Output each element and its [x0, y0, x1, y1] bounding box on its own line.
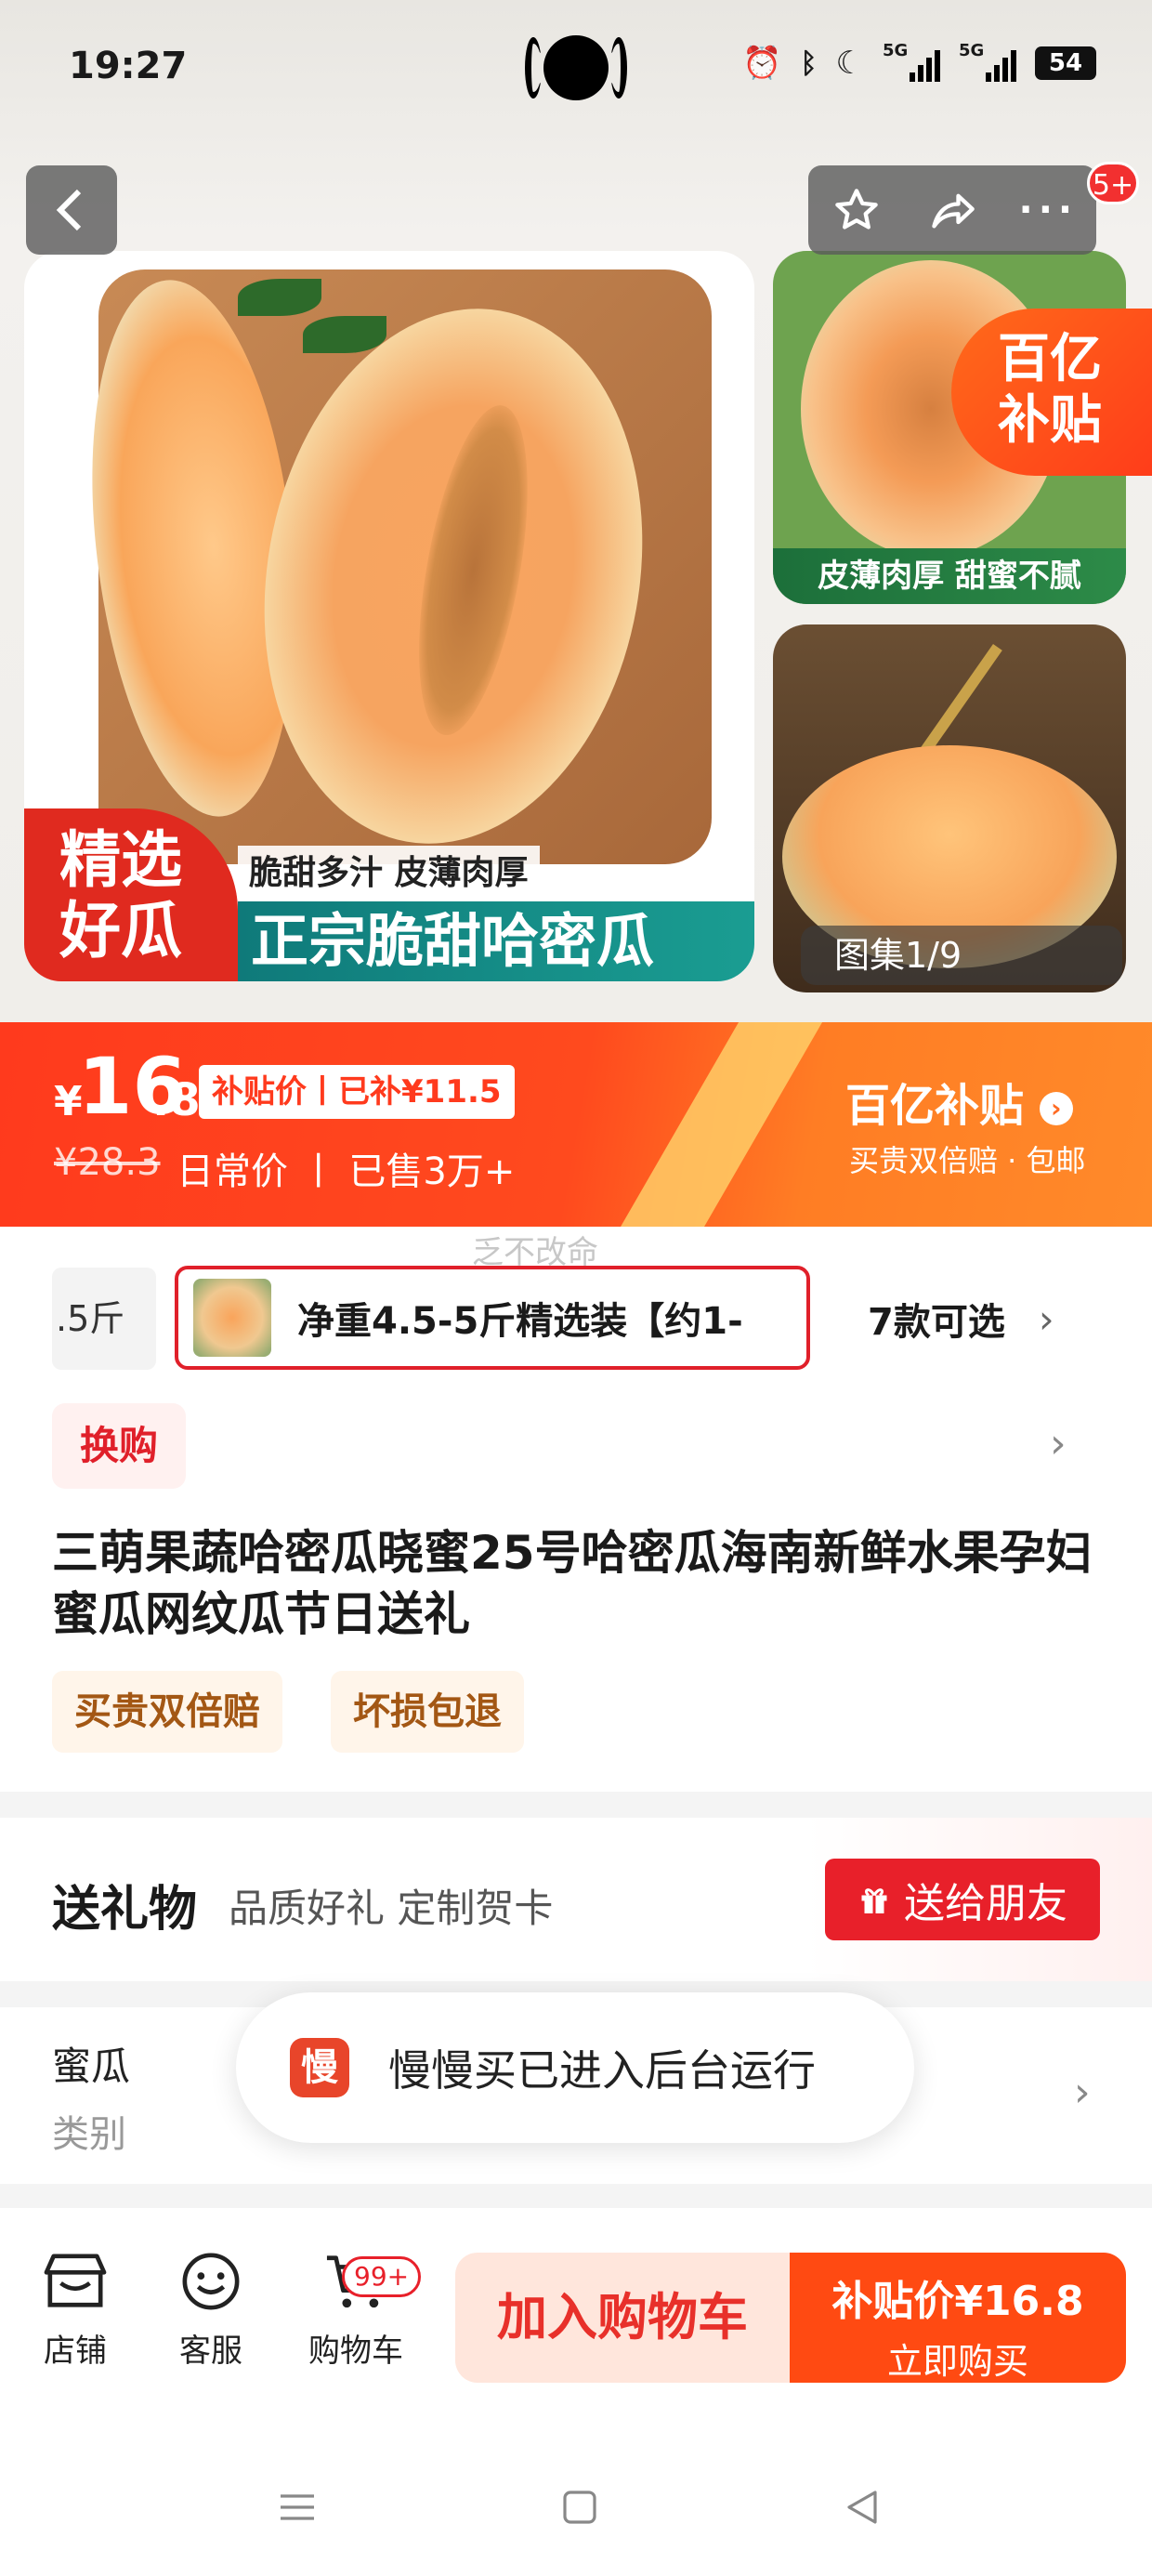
- app-icon: 慢: [290, 2038, 349, 2097]
- gift-icon: [861, 1888, 887, 1913]
- gift-title: 送礼物: [52, 1882, 198, 1938]
- back-button[interactable]: [26, 165, 117, 255]
- sku-option-prev[interactable]: .5斤: [52, 1268, 156, 1370]
- toast-text: 慢慢买已进入后台运行: [388, 2045, 816, 2096]
- sku-more-button[interactable]: 7款可选 ›: [832, 1268, 1152, 1370]
- spec-value: 蜜瓜: [52, 2044, 131, 2089]
- header-actions: ···: [808, 165, 1096, 255]
- guarantee-badge[interactable]: 买贵双倍赔: [52, 1671, 282, 1753]
- gift-section: 送礼物 品质好礼 定制贺卡 送给朋友: [0, 1818, 1152, 1981]
- exchange-tag[interactable]: 换购: [52, 1403, 186, 1489]
- signal-5g-icon: 5G: [959, 41, 1016, 82]
- side-image-caption: 皮薄肉厚 甜蜜不腻: [773, 548, 1126, 604]
- spec-label: 类别: [52, 2113, 126, 2156]
- more-button[interactable]: ···: [1011, 173, 1085, 247]
- leaf: [303, 316, 386, 353]
- add-to-cart-button[interactable]: 加入购物车: [455, 2253, 790, 2383]
- sku-option-selected[interactable]: 净重4.5-5斤精选装【约1-: [175, 1266, 810, 1370]
- home-icon[interactable]: [557, 2485, 602, 2530]
- system-nav-bar: [0, 2444, 1152, 2576]
- sku-selected-label: 净重4.5-5斤精选装【约1-: [297, 1300, 743, 1343]
- status-bar: 19:27 ⏰ ᛒ ☾ 5G 5G 54: [0, 0, 1152, 139]
- store-icon: [44, 2254, 107, 2307]
- buy-now-button[interactable]: 补贴价¥16.8 立即购买: [790, 2253, 1126, 2383]
- product-title: 三萌果蔬哈密瓜晓蜜25号哈密瓜海南新鲜水果孕妇蜜瓜网纹瓜节日送礼: [52, 1526, 1093, 1641]
- bluetooth-icon: ᛒ: [800, 46, 818, 80]
- cart-count-badge: 99+: [342, 2256, 422, 2297]
- divider: [0, 2184, 1152, 2208]
- back-nav-icon[interactable]: [840, 2485, 884, 2530]
- favorite-button[interactable]: [819, 173, 894, 247]
- price-info: 日常价 丨 已售3万+: [177, 1150, 516, 1193]
- price-decimal: .8: [152, 1074, 201, 1126]
- gallery-counter[interactable]: 图集1/9: [801, 926, 1122, 985]
- gift-subtitle: 品质好礼 定制贺卡: [229, 1886, 554, 1931]
- notification-badge: 5+: [1087, 162, 1139, 204]
- share-icon: [932, 193, 975, 229]
- customer-service-button[interactable]: 客服: [151, 2251, 271, 2371]
- background-toast: 慢 慢慢买已进入后台运行: [236, 1992, 914, 2143]
- battery-icon: 54: [1035, 46, 1096, 80]
- buy-price: 补贴价¥16.8: [831, 2278, 1084, 2325]
- original-price: ¥28.3: [54, 1141, 161, 1184]
- subsidy-program-link[interactable]: 百亿补贴 ›: [845, 1069, 1073, 1134]
- menu-icon[interactable]: [275, 2485, 320, 2530]
- store-button[interactable]: 店铺: [15, 2251, 136, 2371]
- sku-selector: .5斤 净重4.5-5斤精选装【约1- 7款可选 ›: [0, 1262, 1152, 1373]
- subsidy-badge: 百亿 补贴: [951, 309, 1152, 476]
- camera-cutout: [525, 33, 627, 104]
- sku-thumbnail: [193, 1279, 271, 1357]
- product-gallery[interactable]: 精选 好瓜 脆甜多汁 皮薄肉厚 正宗脆甜哈密瓜 皮薄肉厚 甜蜜不腻 百亿 补贴 …: [0, 0, 1152, 1022]
- price-banner[interactable]: ¥ 16 .8 补贴价丨已补¥11.5 ¥28.3 日常价 丨 已售3万+ 百亿…: [0, 1022, 1152, 1227]
- more-icon: ···: [1018, 189, 1079, 231]
- selected-melon-tag: 精选 好瓜: [24, 808, 238, 981]
- chevron-right-icon: ›: [1038, 1295, 1054, 1342]
- banner-decoration: [598, 1022, 823, 1227]
- leaf: [238, 279, 321, 316]
- share-button[interactable]: [915, 173, 989, 247]
- main-image-band: 正宗脆甜哈密瓜: [238, 901, 754, 981]
- signal-5g-icon: 5G: [883, 41, 940, 82]
- buy-now-label: 立即购买: [886, 2341, 1028, 2382]
- chevron-left-icon: [56, 189, 82, 231]
- bottom-action-bar: 店铺 客服 购物车 99+ 加入购物车 补贴价¥16.8 立即购买: [0, 2208, 1152, 2412]
- send-gift-button[interactable]: 送给朋友: [825, 1859, 1100, 1940]
- status-time: 19:27: [69, 45, 188, 87]
- chevron-right-icon[interactable]: ›: [1074, 2069, 1091, 2116]
- melon-seeds: [398, 397, 548, 743]
- subsidy-price-pill: 补贴价丨已补¥11.5: [199, 1065, 515, 1119]
- guarantee-badge[interactable]: 坏损包退: [331, 1671, 524, 1753]
- smile-icon: [182, 2253, 240, 2310]
- moon-icon: ☾: [835, 45, 864, 82]
- star-icon: [834, 189, 878, 230]
- alarm-icon: ⏰: [742, 45, 782, 82]
- chevron-right-icon[interactable]: ›: [1050, 1420, 1067, 1467]
- chevron-right-icon: ›: [1039, 1092, 1073, 1125]
- subsidy-program-sub: 买贵双倍赔 · 包邮: [849, 1143, 1086, 1178]
- main-image-subtitle: 脆甜多汁 皮薄肉厚: [238, 846, 540, 894]
- main-product-image[interactable]: 精选 好瓜 脆甜多汁 皮薄肉厚 正宗脆甜哈密瓜: [24, 251, 754, 981]
- divider: [0, 1792, 1152, 1818]
